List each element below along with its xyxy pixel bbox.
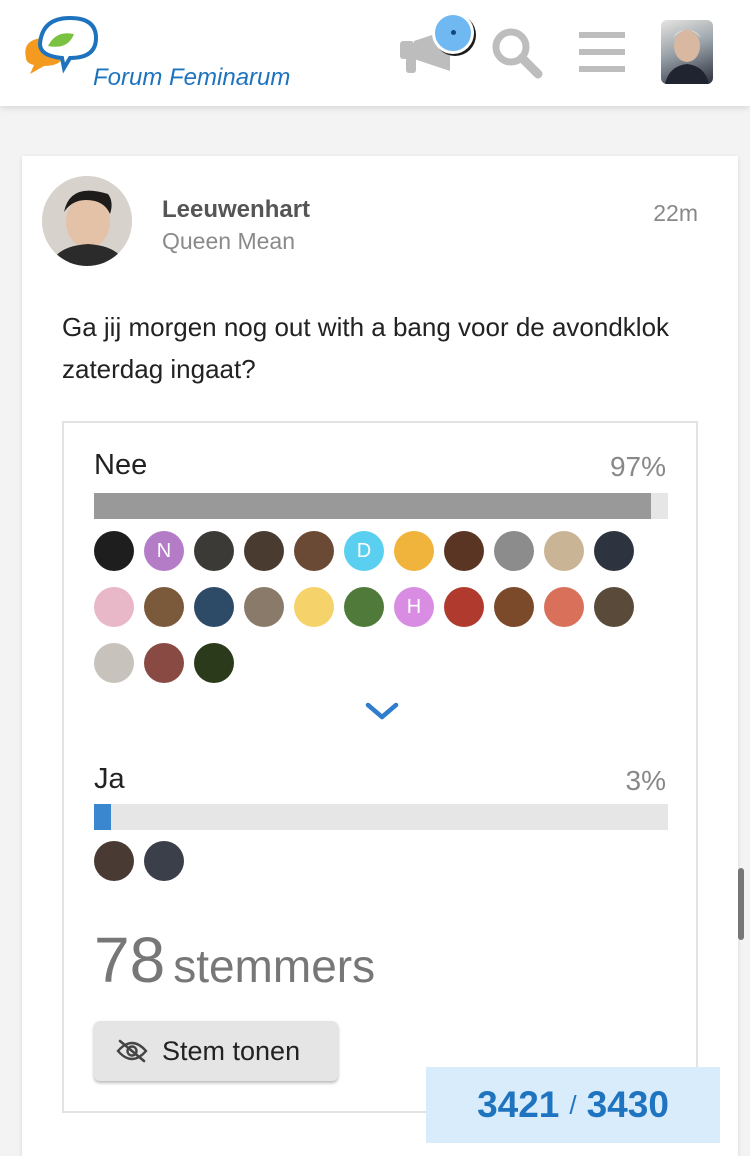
voter-avatar[interactable]: [94, 841, 134, 881]
voter-avatar[interactable]: [194, 531, 234, 571]
voter-avatar[interactable]: [94, 643, 134, 683]
poll: Nee 97% NDH Ja 3% 78 stemmers Stem tonen: [62, 421, 698, 1113]
poll-option-percent: 3%: [625, 765, 666, 796]
voter-avatar[interactable]: [544, 531, 584, 571]
poll-option-bar[interactable]: [94, 493, 668, 519]
voter-avatar[interactable]: [294, 531, 334, 571]
speech-bubbles-icon: [25, 15, 99, 74]
scrollbar[interactable]: [738, 868, 744, 940]
voter-avatar[interactable]: [494, 587, 534, 627]
author-avatar[interactable]: [42, 176, 132, 266]
voter-avatar[interactable]: D: [344, 531, 384, 571]
voter-avatar[interactable]: [94, 531, 134, 571]
voter-count: 78 stemmers: [94, 923, 375, 997]
voter-avatar[interactable]: [194, 643, 234, 683]
chevron-down-icon: [365, 702, 399, 720]
poll-bar-fill: [94, 804, 112, 830]
voter-count-number: 78: [94, 924, 166, 996]
poll-option-label[interactable]: Ja: [94, 763, 125, 796]
eye-slash-icon: [116, 1039, 148, 1063]
current-page: 3421: [477, 1084, 560, 1125]
post-body: Ga jij morgen nog out with a bang voor d…: [62, 312, 670, 384]
show-votes-button[interactable]: Stem tonen: [94, 1021, 338, 1081]
voter-avatar[interactable]: [444, 531, 484, 571]
voter-avatar[interactable]: [294, 587, 334, 627]
poll-option-percent: 97%: [609, 451, 666, 482]
thread-pagination[interactable]: 3421 / 3430: [426, 1067, 720, 1143]
page-separator: /: [569, 1089, 577, 1120]
author-photo: [42, 176, 132, 266]
poll-bar-fill: [94, 493, 651, 519]
voter-avatar[interactable]: [144, 643, 184, 683]
post-card: Leeuwenhart Queen Mean 22m Ga jij morgen…: [22, 156, 738, 1156]
voter-avatar[interactable]: [244, 531, 284, 571]
poll-option-label[interactable]: Nee: [94, 449, 147, 482]
voter-count-label: stemmers: [173, 940, 376, 992]
voter-avatar[interactable]: [394, 531, 434, 571]
poll-option-voters: N DH: [94, 531, 654, 683]
voter-avatar[interactable]: [594, 587, 634, 627]
voter-avatar[interactable]: [244, 587, 284, 627]
voter-avatar[interactable]: [144, 587, 184, 627]
post-time[interactable]: 22m: [653, 200, 698, 227]
user-photo: [665, 30, 709, 84]
site-logo[interactable]: Forum Feminarum: [20, 14, 290, 94]
voter-avatar[interactable]: [494, 531, 534, 571]
voter-avatar[interactable]: [194, 587, 234, 627]
top-header: Forum Feminarum: [0, 0, 750, 106]
search-icon: [492, 28, 543, 79]
author-name[interactable]: Leeuwenhart: [162, 196, 310, 224]
current-user-avatar[interactable]: [661, 20, 713, 84]
voter-avatar[interactable]: [94, 587, 134, 627]
notification-badge[interactable]: [432, 12, 474, 54]
total-pages: 3430: [586, 1084, 669, 1125]
author-title: Queen Mean: [162, 228, 295, 254]
expand-voters-button[interactable]: [362, 696, 402, 726]
search-button[interactable]: [484, 20, 548, 84]
voter-avatar[interactable]: N: [144, 531, 184, 571]
voter-avatar[interactable]: [594, 531, 634, 571]
menu-button[interactable]: [570, 20, 634, 84]
poll-option-bar[interactable]: [94, 804, 668, 830]
hamburger-menu-icon: [579, 32, 625, 72]
poll-option-voters: [94, 841, 654, 881]
logo-text: Forum Feminarum: [93, 64, 291, 91]
voter-avatar[interactable]: [344, 587, 384, 627]
voter-avatar[interactable]: [144, 841, 184, 881]
voter-avatar[interactable]: [544, 587, 584, 627]
show-votes-label: Stem tonen: [162, 1035, 301, 1066]
voter-avatar[interactable]: H: [394, 587, 434, 627]
voter-avatar[interactable]: [444, 587, 484, 627]
